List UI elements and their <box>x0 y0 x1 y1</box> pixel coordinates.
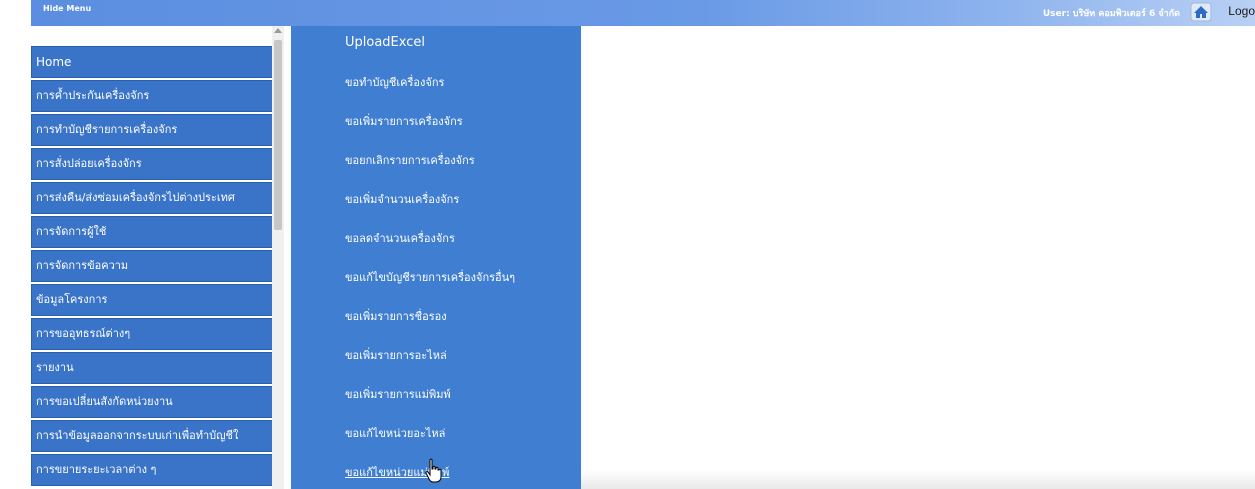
sidebar-item-message-management[interactable]: การจัดการข้อความ <box>31 250 275 282</box>
submenu-item-add-secondary-name[interactable]: ขอเพิ่มรายการชื่อรอง <box>345 307 447 325</box>
submenu-item-add-spare-parts[interactable]: ขอเพิ่มรายการอะไหล่ <box>345 346 447 364</box>
top-header-bar: Hide Menu User: บริษัท คอมพิวเตอร์ 6 จำก… <box>31 0 1255 26</box>
submenu-item-add-molds[interactable]: ขอเพิ่มรายการแม่พิมพ์ <box>345 385 451 403</box>
bottom-shadow <box>581 470 1255 489</box>
scrollbar-thumb[interactable] <box>274 40 282 230</box>
sidebar-item-home[interactable]: Home <box>31 46 275 78</box>
user-info-label: User: บริษัท คอมพิวเตอร์ 6 จำกัด <box>1042 9 1180 19</box>
sidebar-scrollbar[interactable] <box>272 26 284 489</box>
submenu-item-upload-excel[interactable]: UploadExcel <box>345 35 425 50</box>
sidebar-item-machine-return[interactable]: การส่งคืน/ส่งซ่อมเครื่องจักรไปต่างประเทศ <box>31 182 275 214</box>
sidebar-item-machine-release[interactable]: การสั่งปล่อยเครื่องจักร <box>31 148 275 180</box>
sidebar-list: Home การค้ำประกันเครื่องจักร การทำบัญชีร… <box>31 46 275 488</box>
sidebar-item-machine-guarantee[interactable]: การค้ำประกันเครื่องจักร <box>31 80 275 112</box>
sidebar-item-data-export[interactable]: การนำข้อมูลออกจากระบบเก่าเพื่อทำบัญชีใ <box>31 420 275 452</box>
submenu-item-edit-spare-part-unit[interactable]: ขอแก้ไขหน่วยอะไหล่ <box>345 424 445 442</box>
submenu-item-increase-machine-qty[interactable]: ขอเพิ่มจำนวนเครื่องจักร <box>345 190 459 208</box>
logout-button[interactable]: Logo <box>1228 4 1255 18</box>
sidebar-item-change-unit[interactable]: การขอเปลี่ยนสังกัดหน่วยงาน <box>31 386 275 418</box>
scroll-up-arrow-icon[interactable] <box>274 28 282 33</box>
home-icon[interactable] <box>1190 2 1212 22</box>
submenu-panel: UploadExcel ขอทำบัญชีเครื่องจักร ขอเพิ่ม… <box>291 26 581 489</box>
submenu-item-decrease-machine-qty[interactable]: ขอลดจำนวนเครื่องจักร <box>345 229 455 247</box>
sidebar-item-extend-period[interactable]: การขยายระยะเวลาต่าง ๆ <box>31 454 275 486</box>
sidebar-item-appeals[interactable]: การขออุทธรณ์ต่างๆ <box>31 318 275 350</box>
sidebar-item-user-management[interactable]: การจัดการผู้ใช้ <box>31 216 275 248</box>
sidebar-item-project-info[interactable]: ข้อมูลโครงการ <box>31 284 275 316</box>
hand-pointer-cursor-icon <box>424 458 442 484</box>
sidebar-item-machine-list[interactable]: การทำบัญชีรายการเครื่องจักร <box>31 114 275 146</box>
submenu-item-request-machine-list[interactable]: ขอทำบัญชีเครื่องจักร <box>345 73 444 91</box>
sidebar-item-reports[interactable]: รายงาน <box>31 352 275 384</box>
sidebar-menu: Home การค้ำประกันเครื่องจักร การทำบัญชีร… <box>31 26 285 489</box>
submenu-item-cancel-machine-item[interactable]: ขอยกเลิกรายการเครื่องจักร <box>345 151 475 169</box>
submenu-item-edit-machine-list-other[interactable]: ขอแก้ไขบัญชีรายการเครื่องจักรอื่นๆ <box>345 268 515 286</box>
submenu-item-add-machine-item[interactable]: ขอเพิ่มรายการเครื่องจักร <box>345 112 463 130</box>
hide-menu-link[interactable]: Hide Menu <box>43 4 91 13</box>
